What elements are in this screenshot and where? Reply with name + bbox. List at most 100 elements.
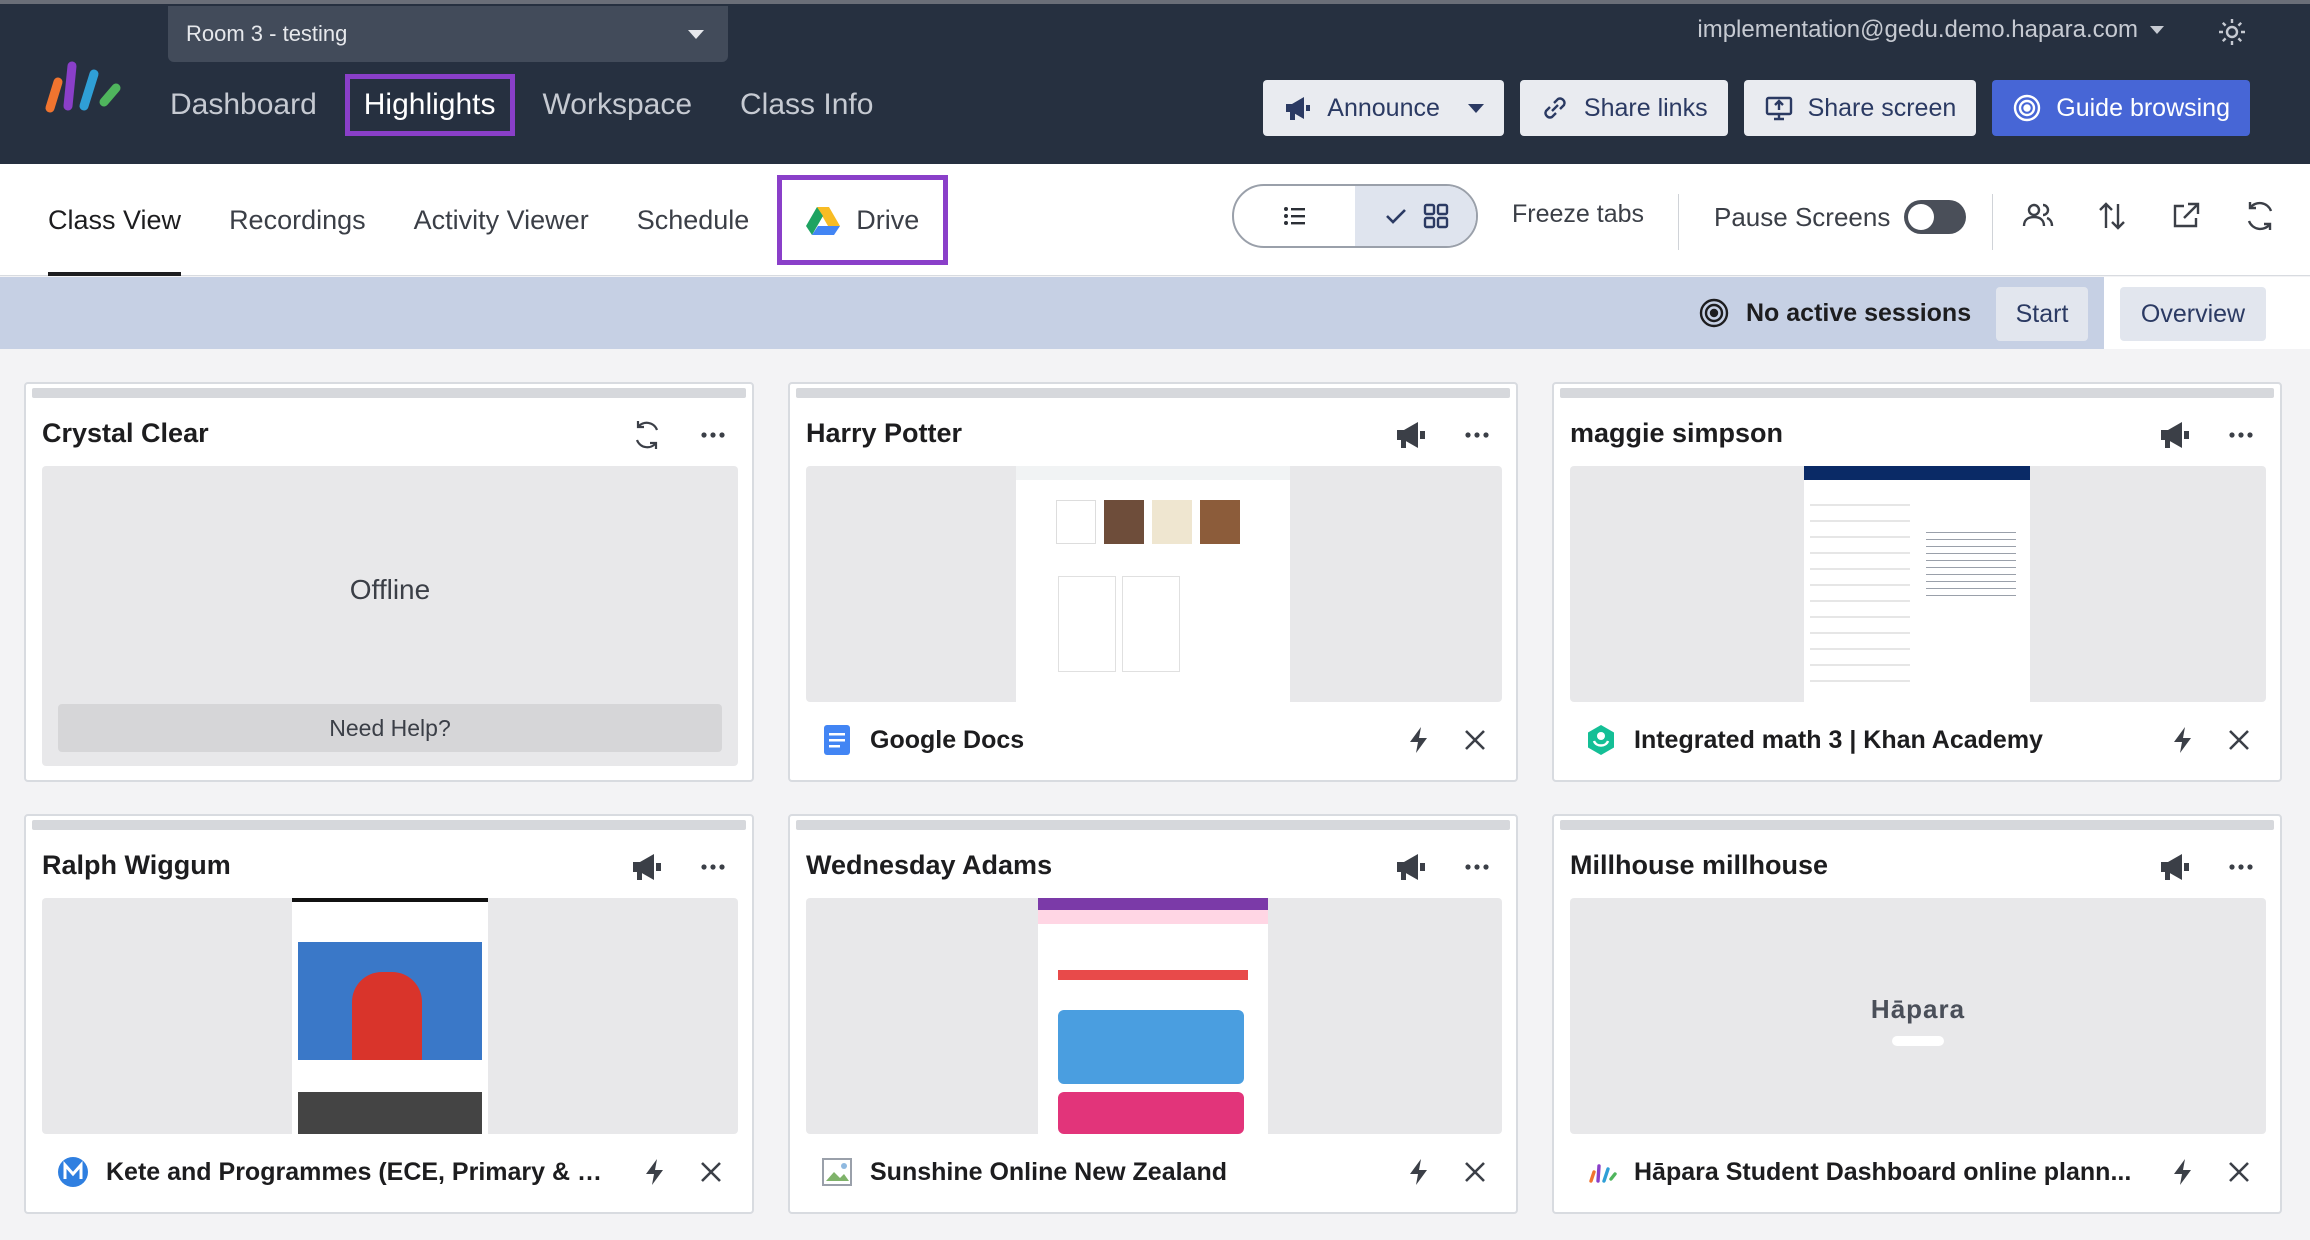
- gear-icon[interactable]: [2216, 16, 2248, 48]
- close-icon[interactable]: [2224, 725, 2254, 755]
- guide-browsing-label: Guide browsing: [2056, 93, 2230, 122]
- site-title[interactable]: Kete and Programmes (ECE, Primary & Se..…: [106, 1158, 614, 1187]
- guide-browsing-button[interactable]: Guide browsing: [1992, 80, 2250, 136]
- offline-status: Offline: [349, 574, 431, 605]
- card-footer: Sunshine Online New Zealand: [806, 1144, 1500, 1200]
- megaphone-icon[interactable]: [1394, 418, 1428, 452]
- more-icon[interactable]: [2224, 850, 2258, 884]
- site-title[interactable]: Google Docs: [870, 726, 1378, 755]
- users-icon[interactable]: [2020, 198, 2056, 234]
- card-status-strip: [32, 388, 746, 398]
- divider: [1992, 194, 1993, 250]
- announce-button[interactable]: Announce: [1263, 80, 1504, 136]
- close-icon[interactable]: [2224, 1157, 2254, 1187]
- freeze-tabs-button[interactable]: Freeze tabs: [1512, 200, 1644, 229]
- refresh-icon[interactable]: [630, 418, 664, 452]
- student-name: Crystal Clear: [42, 418, 209, 448]
- share-links-label: Share links: [1583, 93, 1708, 122]
- nav-highlights[interactable]: Highlights: [344, 74, 515, 136]
- lightning-icon[interactable]: [1404, 725, 1434, 755]
- share-links-button[interactable]: Share links: [1519, 80, 1728, 136]
- hapara-logo[interactable]: [36, 58, 126, 118]
- divider: [1678, 194, 1679, 250]
- megaphone-icon[interactable]: [1394, 850, 1428, 884]
- lightning-icon[interactable]: [1404, 1157, 1434, 1187]
- more-icon[interactable]: [1460, 418, 1494, 452]
- more-icon[interactable]: [696, 850, 730, 884]
- session-status: No active sessions: [1698, 297, 1971, 329]
- close-icon[interactable]: [1460, 1157, 1490, 1187]
- screen-preview: [806, 898, 1502, 1134]
- megaphone-icon[interactable]: [2158, 850, 2192, 884]
- refresh-icon[interactable]: [2242, 198, 2278, 234]
- room-select-dropdown[interactable]: Room 3 - testing: [168, 6, 728, 62]
- target-icon: [2014, 94, 2041, 122]
- student-card[interactable]: Wednesday Adams Sunshine Online New Zeal…: [788, 814, 1518, 1214]
- card-footer: Integrated math 3 | Khan Academy: [1570, 712, 2264, 768]
- student-card[interactable]: Harry Potter Google Docs: [788, 382, 1518, 782]
- nav-dashboard[interactable]: Dashboard: [170, 74, 317, 136]
- tab-activity-viewer[interactable]: Activity Viewer: [414, 164, 589, 276]
- link-icon: [1544, 97, 1566, 119]
- more-icon[interactable]: [2224, 418, 2258, 452]
- open-external-icon[interactable]: [2168, 198, 2204, 234]
- hapara-icon: [1589, 1164, 1617, 1183]
- google-docs-icon: [824, 725, 850, 755]
- nav-class-info[interactable]: Class Info: [740, 74, 873, 136]
- lightning-icon[interactable]: [2168, 725, 2198, 755]
- screen-preview: Offline Need Help?: [42, 466, 738, 766]
- share-screen-button[interactable]: Share screen: [1743, 80, 1977, 136]
- view-toggle: [1232, 184, 1478, 248]
- pause-screens-control: Pause Screens: [1714, 200, 1967, 234]
- site-title[interactable]: Sunshine Online New Zealand: [870, 1158, 1378, 1187]
- lightning-icon[interactable]: [2168, 1157, 2198, 1187]
- screen-share-icon: [1765, 96, 1792, 121]
- more-icon[interactable]: [1460, 850, 1494, 884]
- announce-label: Announce: [1327, 93, 1440, 122]
- tab-recordings[interactable]: Recordings: [229, 164, 366, 276]
- chevron-down-icon: [688, 30, 704, 39]
- nav-workspace[interactable]: Workspace: [543, 74, 693, 136]
- card-status-strip: [1560, 388, 2274, 398]
- chevron-down-icon[interactable]: [1467, 103, 1484, 113]
- student-card[interactable]: maggie simpson Integrated math 3 | Khan …: [1552, 382, 2282, 782]
- card-status-strip: [796, 820, 1510, 830]
- screen-thumbnail: [292, 898, 488, 1134]
- tab-class-view[interactable]: Class View: [48, 164, 182, 276]
- list-view-button[interactable]: [1234, 186, 1355, 246]
- tab-drive[interactable]: Drive: [777, 175, 949, 265]
- need-help-button[interactable]: Need Help?: [58, 704, 722, 752]
- tab-schedule[interactable]: Schedule: [637, 164, 750, 276]
- close-icon[interactable]: [696, 1157, 726, 1187]
- kete-site-icon: [58, 1157, 88, 1187]
- tab-drive-label: Drive: [856, 204, 920, 235]
- sub-tabs: Class View Recordings Activity Viewer Sc…: [48, 164, 996, 276]
- grid-view-button[interactable]: [1355, 186, 1476, 246]
- student-card[interactable]: Crystal Clear Offline Need Help?: [24, 382, 754, 782]
- megaphone-icon[interactable]: [2158, 418, 2192, 452]
- close-icon[interactable]: [1460, 725, 1490, 755]
- start-session-button[interactable]: Start: [1996, 287, 2088, 341]
- student-name: Wednesday Adams: [806, 850, 1053, 880]
- student-card[interactable]: Ralph Wiggum Kete and Programmes (ECE, P…: [24, 814, 754, 1214]
- site-title[interactable]: Integrated math 3 | Khan Academy: [1634, 726, 2142, 755]
- more-icon[interactable]: [696, 418, 730, 452]
- top-action-buttons: Announce Share links Share screen Guide …: [1263, 80, 2250, 136]
- student-card[interactable]: Millhouse millhouse Hāpara Hāpara Studen…: [1552, 814, 2282, 1214]
- image-icon: [822, 1158, 852, 1186]
- room-select-label: Room 3 - testing: [186, 21, 348, 46]
- pause-screens-toggle[interactable]: [1904, 200, 1967, 234]
- lightning-icon[interactable]: [640, 1157, 670, 1187]
- account-menu[interactable]: implementation@gedu.demo.hapara.com: [1697, 16, 2164, 44]
- megaphone-icon[interactable]: [630, 850, 664, 884]
- screen-preview: Hāpara: [1570, 898, 2266, 1134]
- screen-thumbnail: [1016, 466, 1290, 702]
- student-name: Harry Potter: [806, 418, 963, 448]
- main-nav: Dashboard Highlights Workspace Class Inf…: [170, 74, 921, 136]
- site-title[interactable]: Hāpara Student Dashboard online plann...: [1634, 1158, 2142, 1187]
- sort-icon[interactable]: [2094, 198, 2130, 234]
- overview-area: Overview: [2104, 277, 2310, 349]
- overview-button[interactable]: Overview: [2120, 287, 2266, 341]
- card-footer: Kete and Programmes (ECE, Primary & Se..…: [42, 1144, 736, 1200]
- target-icon: [1699, 298, 1729, 328]
